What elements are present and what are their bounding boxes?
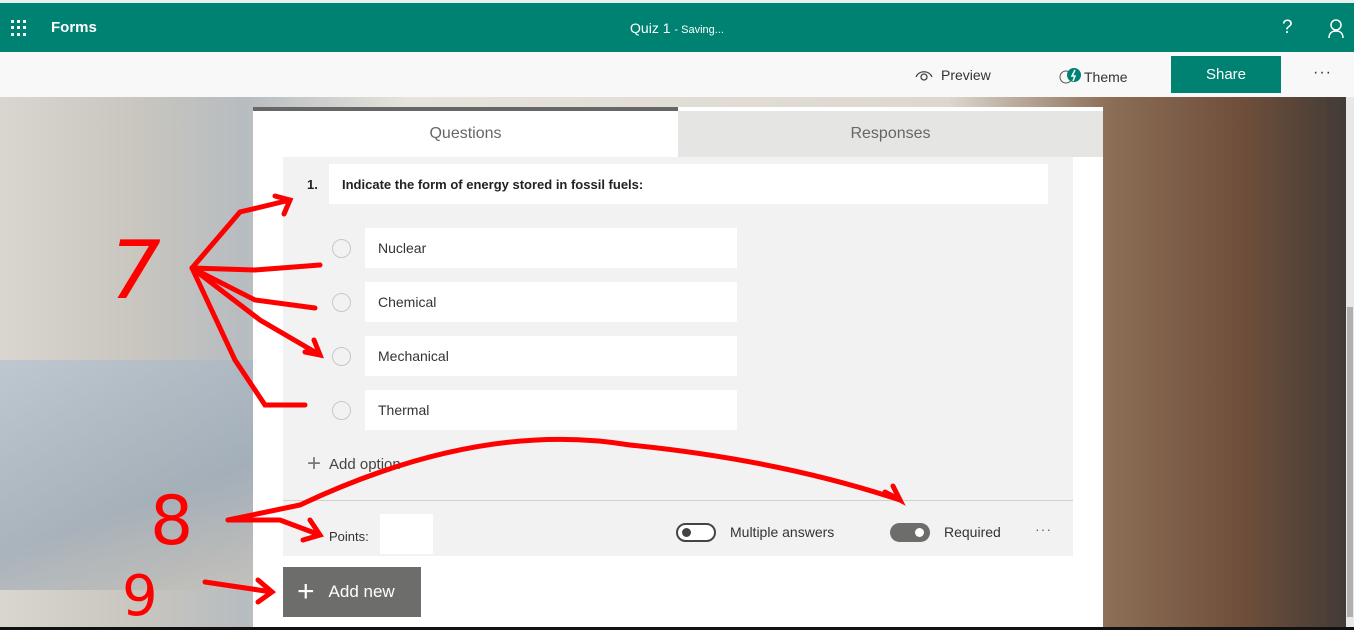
annotation-arrow xyxy=(202,577,277,605)
annotation-label-8: 8 xyxy=(150,482,193,561)
annotation-arrow xyxy=(189,193,294,271)
annotation-label-9: 9 xyxy=(122,564,158,629)
annotation-arrow xyxy=(225,436,906,523)
annotation-arrow xyxy=(225,517,324,543)
red-annotations: 7 8 9 xyxy=(110,193,906,629)
annotation-arrow xyxy=(189,262,323,273)
annotation-label-7: 7 xyxy=(110,224,161,317)
